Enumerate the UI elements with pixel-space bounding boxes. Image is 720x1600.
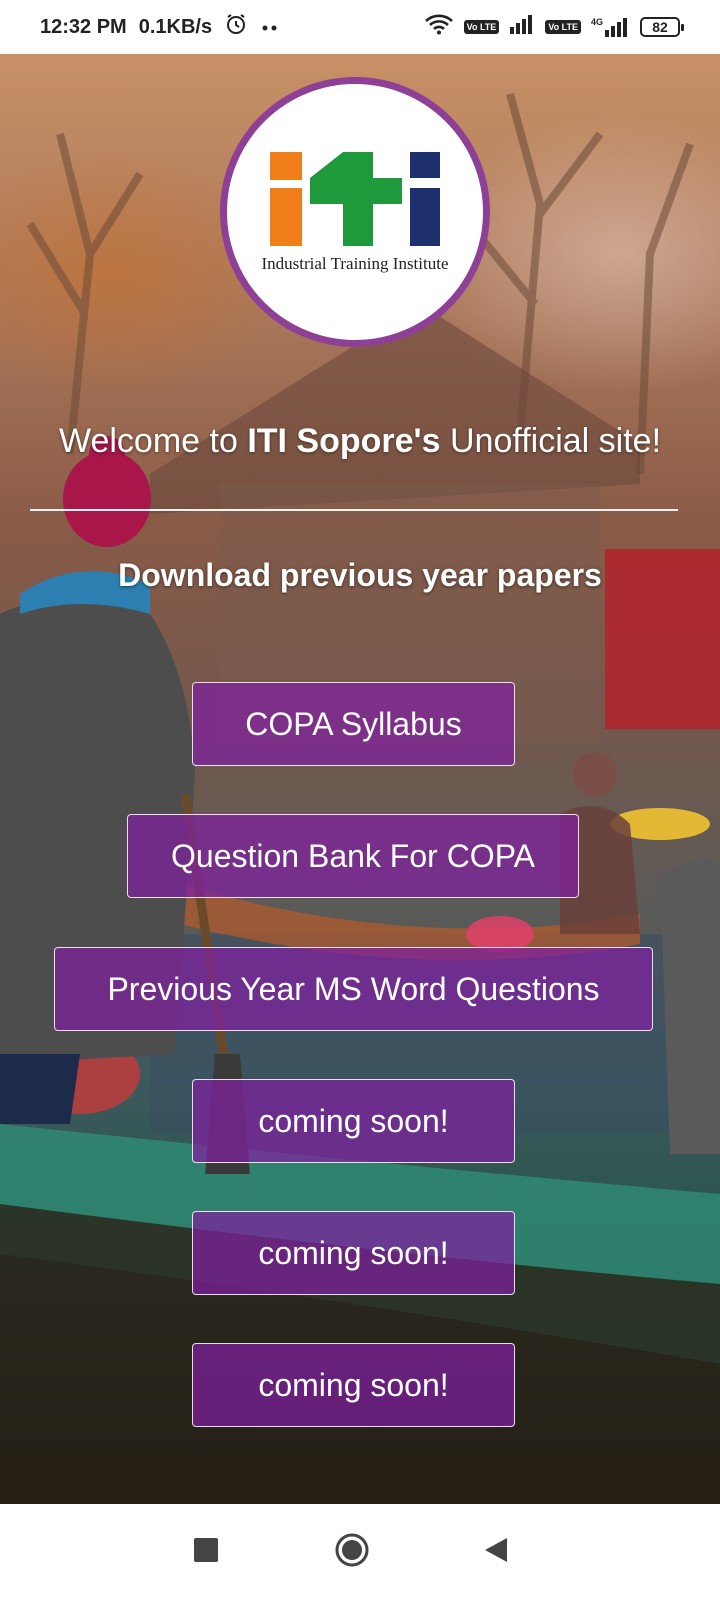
- recents-button[interactable]: [156, 1504, 256, 1600]
- volte-badge-1: Vo LTE: [463, 20, 500, 34]
- welcome-suffix: Unofficial site!: [440, 422, 662, 460]
- coming-soon-button-2[interactable]: coming soon!: [192, 1211, 515, 1295]
- question-bank-copa-button[interactable]: Question Bank For COPA: [127, 814, 579, 898]
- home-circle-icon: [334, 1532, 370, 1573]
- status-time: 12:32 PM: [40, 15, 127, 38]
- back-button[interactable]: [446, 1504, 546, 1600]
- welcome-site-name: ITI Sopore's: [247, 422, 441, 460]
- network-type: 4G: [591, 17, 630, 37]
- wifi-icon: [424, 13, 454, 41]
- volte-badge-2: Vo LTE: [545, 20, 581, 34]
- home-button[interactable]: [302, 1504, 402, 1600]
- section-subtitle: Download previous year papers: [118, 557, 602, 593]
- navigation-bar: [0, 1504, 720, 1600]
- network-type-label: 4G: [590, 17, 603, 27]
- signal-icon-2: [605, 18, 627, 37]
- iti-logo-mark: [270, 152, 440, 246]
- iti-logo: Industrial Training Institute: [220, 77, 490, 347]
- network-speed: 0.1KB/s: [138, 15, 213, 38]
- back-triangle-icon: [483, 1536, 509, 1569]
- ms-word-questions-button[interactable]: Previous Year MS Word Questions: [54, 947, 653, 1031]
- status-bar: 12:32 PM 0.1KB/s Vo LTE Vo LTE 4G 82: [0, 0, 720, 54]
- background-photo: Industrial Training Institute Welcome to…: [0, 54, 720, 1504]
- coming-soon-button-1[interactable]: coming soon!: [192, 1079, 515, 1163]
- more-dots-icon: [260, 16, 280, 39]
- battery-icon: 82: [640, 17, 684, 37]
- welcome-prefix: Welcome to: [58, 422, 248, 460]
- recents-square-icon: [193, 1537, 219, 1568]
- logo-caption: Industrial Training Institute: [261, 254, 449, 273]
- welcome-heading: Welcome to ITI Sopore's Unofficial site!: [0, 422, 720, 461]
- copa-syllabus-button[interactable]: COPA Syllabus: [192, 682, 515, 766]
- alarm-icon: [224, 12, 248, 42]
- divider: [30, 509, 678, 511]
- signal-icon: [509, 14, 535, 40]
- coming-soon-button-3[interactable]: coming soon!: [192, 1343, 515, 1427]
